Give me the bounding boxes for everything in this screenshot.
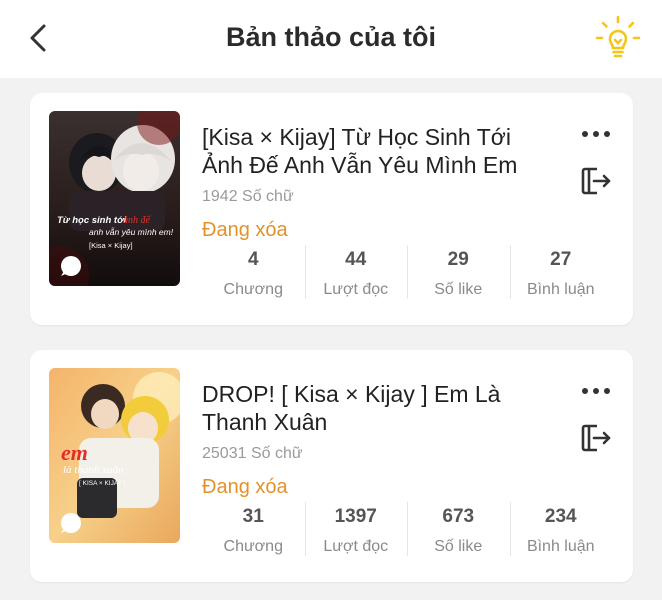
svg-text:là thanh xuân: là thanh xuân (63, 464, 124, 476)
stat-label: Lượt đọc (323, 281, 389, 298)
stat-value: 4 (247, 249, 259, 270)
stat-label: Số like (434, 281, 483, 298)
svg-text:[ KISA × KIJAY ]: [ KISA × KIJAY ] (79, 480, 126, 487)
stat-comments: 234 Bình luận (509, 500, 613, 558)
status-label: Đang xóa (202, 219, 288, 241)
stat-likes: 673 Số like (407, 500, 510, 558)
status-label: Đang xóa (202, 476, 288, 498)
stat-chapters: 31 Chương (202, 500, 305, 558)
draft-card[interactable]: em là thanh xuân [ KISA × KIJAY ] DROP! … (30, 350, 633, 582)
export-button[interactable] (577, 420, 613, 456)
story-title[interactable]: DROP! [ Kisa × Kijay ] Em Là Thanh Xuân (202, 380, 542, 436)
word-count: 1942 Số chữ (202, 188, 294, 205)
stat-value: 29 (447, 249, 469, 270)
stat-label: Số like (434, 538, 483, 555)
stat-value: 1397 (334, 506, 377, 527)
story-stats: 4 Chương 44 Lượt đọc 29 Số like 27 Bình … (202, 243, 612, 301)
stat-comments: 27 Bình luận (509, 243, 613, 301)
stat-label: Bình luận (526, 281, 595, 298)
stat-label: Chương (223, 281, 283, 298)
svg-text:anh vẫn yêu mình em!: anh vẫn yêu mình em! (89, 227, 174, 237)
stat-value: 673 (442, 506, 475, 527)
more-horizontal-icon (582, 388, 610, 394)
export-icon (581, 424, 611, 452)
page-title: Bản thảo của tôi (225, 22, 436, 52)
stat-chapters: 4 Chương (202, 243, 305, 301)
stat-label: Lượt đọc (323, 538, 389, 555)
draft-card[interactable]: Từ học sinh tới ảnh đế anh vẫn yêu mình … (30, 93, 633, 325)
story-title[interactable]: [Kisa × Kijay] Từ Học Sinh Tới Ảnh Đế An… (202, 123, 542, 179)
top-bar: Bản thảo của tôi (0, 0, 662, 78)
stat-value: 234 (544, 506, 577, 527)
story-cover-image[interactable]: Từ học sinh tới ảnh đế anh vẫn yêu mình … (49, 111, 180, 286)
stat-likes: 29 Số like (407, 243, 510, 301)
story-cover-image[interactable]: em là thanh xuân [ KISA × KIJAY ] (49, 368, 180, 543)
stat-value: 31 (242, 506, 264, 527)
more-horizontal-icon (582, 131, 610, 137)
more-options-button[interactable] (577, 380, 615, 402)
svg-text:em: em (61, 440, 88, 465)
export-icon (581, 167, 611, 195)
stat-reads: 44 Lượt đọc (304, 243, 408, 301)
stat-label: Bình luận (526, 538, 595, 555)
more-options-button[interactable] (577, 123, 615, 145)
svg-text:Từ học sinh tới: Từ học sinh tới (57, 215, 126, 226)
story-stats: 31 Chương 1397 Lượt đọc 673 Số like 234 … (202, 500, 612, 558)
stat-value: 44 (345, 249, 367, 270)
svg-text:[Kisa × Kijay]: [Kisa × Kijay] (89, 241, 133, 250)
stat-label: Chương (223, 538, 283, 555)
export-button[interactable] (577, 163, 613, 199)
stat-reads: 1397 Lượt đọc (304, 500, 408, 558)
word-count: 25031 Số chữ (202, 445, 303, 462)
tips-button[interactable] (594, 14, 642, 62)
stat-value: 27 (550, 249, 572, 270)
svg-text:ảnh đế: ảnh đế (123, 215, 152, 226)
lightbulb-icon (595, 15, 641, 58)
